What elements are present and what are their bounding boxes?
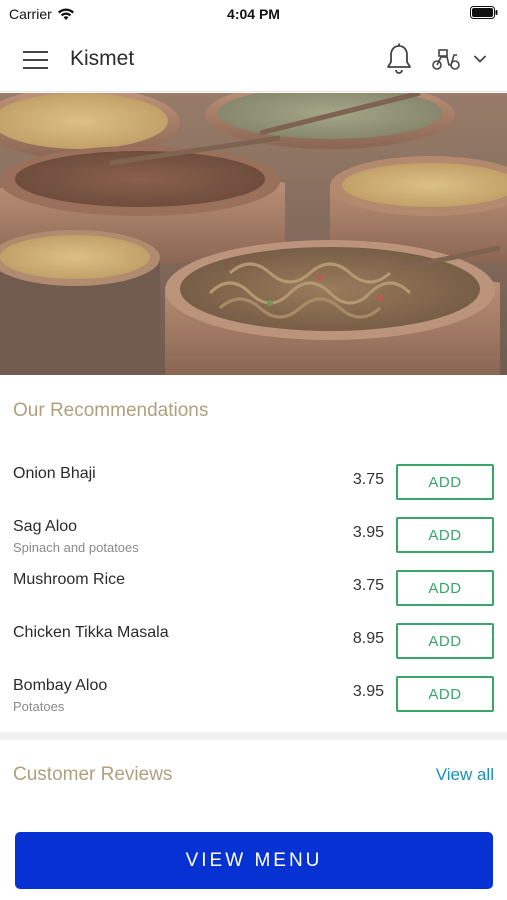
section-divider [0,732,507,740]
item-name: Onion Bhaji [13,465,96,482]
item-description: Potatoes [13,699,65,714]
add-button[interactable]: ADD [396,464,494,500]
scooter-icon[interactable] [431,47,461,71]
status-bar: Carrier 4:04 PM [0,0,507,28]
list-item: Bombay Aloo Potatoes 3.95 ADD [0,667,507,720]
item-price: 3.95 [352,524,384,541]
recommendations-heading: Our Recommendations [13,400,209,421]
item-price: 3.95 [352,683,384,700]
item-price: 8.95 [352,630,384,647]
item-description: Spinach and potatoes [13,540,139,555]
list-item: Onion Bhaji 3.75 ADD [0,455,507,508]
add-button[interactable]: ADD [396,676,494,712]
reviews-heading: Customer Reviews [13,764,173,785]
item-name: Sag Aloo [13,518,78,535]
item-name: Chicken Tikka Masala [13,624,169,641]
item-price: 3.75 [352,577,384,594]
hamburger-menu-icon[interactable] [23,50,48,70]
add-button[interactable]: ADD [396,517,494,553]
status-time: 4:04 PM [227,6,280,22]
list-item: Chicken Tikka Masala 8.95 ADD [0,614,507,667]
item-price: 3.75 [352,471,384,488]
battery-icon [470,6,498,19]
nav-bar: Kismet [0,28,507,92]
add-button[interactable]: ADD [396,623,494,659]
view-menu-button[interactable]: VIEW MENU [15,832,493,889]
page-title: Kismet [70,47,135,70]
item-name: Bombay Aloo [13,677,108,694]
chevron-down-icon[interactable] [473,54,487,64]
recommendations-list: Onion Bhaji 3.75 ADD Sag Aloo Spinach an… [0,455,507,720]
food-pots-illustration [0,93,507,375]
hero-image [0,93,507,375]
bell-icon[interactable] [385,43,413,75]
view-all-reviews-link[interactable]: View all [436,765,494,785]
list-item: Mushroom Rice 3.75 ADD [0,561,507,614]
add-button[interactable]: ADD [396,570,494,606]
list-item: Sag Aloo Spinach and potatoes 3.95 ADD [0,508,507,561]
item-name: Mushroom Rice [13,571,126,588]
